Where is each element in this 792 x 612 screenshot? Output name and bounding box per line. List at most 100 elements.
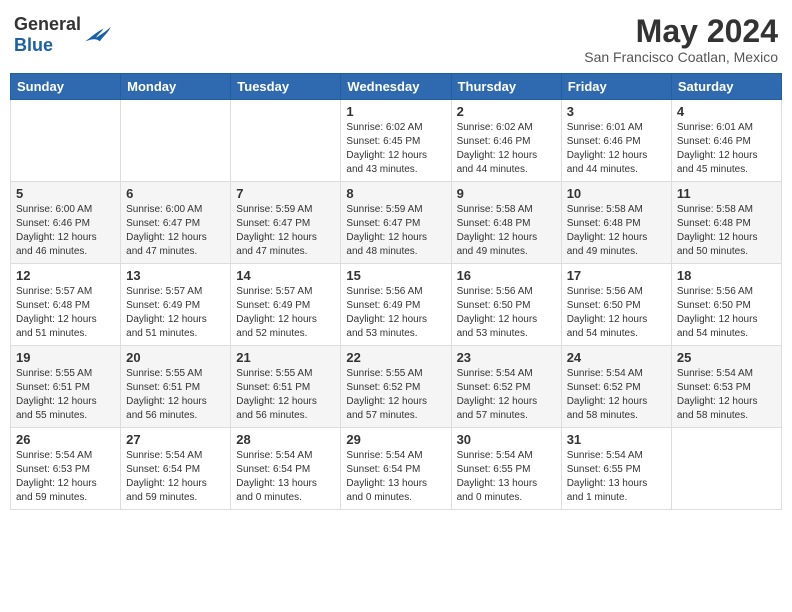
empty-cell (671, 428, 781, 510)
day-cell-22: 22 Sunrise: 5:55 AM Sunset: 6:52 PM Dayli… (341, 346, 451, 428)
day-number: 24 (567, 350, 666, 365)
day-cell-23: 23 Sunrise: 5:54 AM Sunset: 6:52 PM Dayli… (451, 346, 561, 428)
title-section: May 2024 San Francisco Coatlan, Mexico (584, 14, 778, 65)
day-info: Sunrise: 5:59 AM Sunset: 6:47 PM Dayligh… (346, 203, 445, 259)
day-cell-7: 7 Sunrise: 5:59 AM Sunset: 6:47 PM Daylig… (231, 182, 341, 264)
day-info: Sunrise: 5:55 AM Sunset: 6:51 PM Dayligh… (236, 367, 335, 423)
day-info: Sunrise: 6:00 AM Sunset: 6:47 PM Dayligh… (126, 203, 225, 259)
day-cell-25: 25 Sunrise: 5:54 AM Sunset: 6:53 PM Dayli… (671, 346, 781, 428)
calendar-header-monday: Monday (121, 74, 231, 100)
day-number: 6 (126, 186, 225, 201)
calendar-header-friday: Friday (561, 74, 671, 100)
location-title: San Francisco Coatlan, Mexico (584, 49, 778, 65)
day-cell-17: 17 Sunrise: 5:56 AM Sunset: 6:50 PM Dayli… (561, 264, 671, 346)
day-number: 11 (677, 186, 776, 201)
day-cell-29: 29Sunrise: 5:54 AM Sunset: 6:54 PM Dayli… (341, 428, 451, 510)
day-info: Sunrise: 5:56 AM Sunset: 6:50 PM Dayligh… (567, 285, 666, 341)
logo-bird-icon (83, 25, 111, 45)
day-cell-20: 20 Sunrise: 5:55 AM Sunset: 6:51 PM Dayli… (121, 346, 231, 428)
day-number: 12 (16, 268, 115, 283)
day-info: Sunrise: 6:01 AM Sunset: 6:46 PM Dayligh… (567, 121, 666, 177)
day-number: 10 (567, 186, 666, 201)
day-number: 26 (16, 432, 115, 447)
day-info: Sunrise: 5:57 AM Sunset: 6:49 PM Dayligh… (126, 285, 225, 341)
logo-text: General Blue (14, 14, 81, 56)
day-number: 20 (126, 350, 225, 365)
day-number: 5 (16, 186, 115, 201)
week-row-2: 5 Sunrise: 6:00 AM Sunset: 6:46 PM Daylig… (11, 182, 782, 264)
day-cell-15: 15Sunrise: 5:56 AM Sunset: 6:49 PM Dayli… (341, 264, 451, 346)
day-cell-21: 21 Sunrise: 5:55 AM Sunset: 6:51 PM Dayli… (231, 346, 341, 428)
calendar-header-sunday: Sunday (11, 74, 121, 100)
week-row-5: 26 Sunrise: 5:54 AM Sunset: 6:53 PM Dayli… (11, 428, 782, 510)
day-cell-10: 10 Sunrise: 5:58 AM Sunset: 6:48 PM Dayli… (561, 182, 671, 264)
calendar-header-saturday: Saturday (671, 74, 781, 100)
day-cell-1: 1Sunrise: 6:02 AM Sunset: 6:45 PM Daylig… (341, 100, 451, 182)
day-info: Sunrise: 5:54 AM Sunset: 6:53 PM Dayligh… (16, 449, 115, 505)
day-info: Sunrise: 5:59 AM Sunset: 6:47 PM Dayligh… (236, 203, 335, 259)
logo-general: General (14, 14, 81, 34)
day-cell-5: 5 Sunrise: 6:00 AM Sunset: 6:46 PM Daylig… (11, 182, 121, 264)
day-cell-31: 31 Sunrise: 5:54 AM Sunset: 6:55 PM Dayli… (561, 428, 671, 510)
day-cell-26: 26 Sunrise: 5:54 AM Sunset: 6:53 PM Dayli… (11, 428, 121, 510)
day-info: Sunrise: 5:55 AM Sunset: 6:52 PM Dayligh… (346, 367, 445, 423)
day-number: 30 (457, 432, 556, 447)
day-number: 23 (457, 350, 556, 365)
day-info: Sunrise: 6:02 AM Sunset: 6:46 PM Dayligh… (457, 121, 556, 177)
day-cell-2: 2 Sunrise: 6:02 AM Sunset: 6:46 PM Daylig… (451, 100, 561, 182)
day-number: 31 (567, 432, 666, 447)
day-number: 8 (346, 186, 445, 201)
day-number: 27 (126, 432, 225, 447)
calendar-header-thursday: Thursday (451, 74, 561, 100)
day-cell-6: 6 Sunrise: 6:00 AM Sunset: 6:47 PM Daylig… (121, 182, 231, 264)
week-row-3: 12Sunrise: 5:57 AM Sunset: 6:48 PM Dayli… (11, 264, 782, 346)
day-cell-8: 8 Sunrise: 5:59 AM Sunset: 6:47 PM Daylig… (341, 182, 451, 264)
day-info: Sunrise: 5:56 AM Sunset: 6:50 PM Dayligh… (457, 285, 556, 341)
day-cell-28: 28 Sunrise: 5:54 AM Sunset: 6:54 PM Dayli… (231, 428, 341, 510)
day-number: 18 (677, 268, 776, 283)
day-info: Sunrise: 6:02 AM Sunset: 6:45 PM Dayligh… (346, 121, 445, 177)
day-number: 25 (677, 350, 776, 365)
week-row-4: 19Sunrise: 5:55 AM Sunset: 6:51 PM Dayli… (11, 346, 782, 428)
day-info: Sunrise: 5:54 AM Sunset: 6:55 PM Dayligh… (567, 449, 666, 505)
empty-cell (231, 100, 341, 182)
day-info: Sunrise: 6:01 AM Sunset: 6:46 PM Dayligh… (677, 121, 776, 177)
day-info: Sunrise: 5:56 AM Sunset: 6:50 PM Dayligh… (677, 285, 776, 341)
day-info: Sunrise: 5:57 AM Sunset: 6:49 PM Dayligh… (236, 285, 335, 341)
day-cell-4: 4 Sunrise: 6:01 AM Sunset: 6:46 PM Daylig… (671, 100, 781, 182)
day-cell-12: 12Sunrise: 5:57 AM Sunset: 6:48 PM Dayli… (11, 264, 121, 346)
day-info: Sunrise: 5:54 AM Sunset: 6:52 PM Dayligh… (567, 367, 666, 423)
day-info: Sunrise: 5:54 AM Sunset: 6:54 PM Dayligh… (236, 449, 335, 505)
logo: General Blue (14, 14, 111, 56)
day-number: 4 (677, 104, 776, 119)
empty-cell (11, 100, 121, 182)
day-number: 22 (346, 350, 445, 365)
day-number: 2 (457, 104, 556, 119)
day-info: Sunrise: 6:00 AM Sunset: 6:46 PM Dayligh… (16, 203, 115, 259)
day-number: 29 (346, 432, 445, 447)
day-cell-16: 16Sunrise: 5:56 AM Sunset: 6:50 PM Dayli… (451, 264, 561, 346)
day-number: 17 (567, 268, 666, 283)
day-cell-11: 11Sunrise: 5:58 AM Sunset: 6:48 PM Dayli… (671, 182, 781, 264)
calendar-header-row: SundayMondayTuesdayWednesdayThursdayFrid… (11, 74, 782, 100)
day-number: 9 (457, 186, 556, 201)
day-info: Sunrise: 5:58 AM Sunset: 6:48 PM Dayligh… (457, 203, 556, 259)
day-number: 21 (236, 350, 335, 365)
day-cell-9: 9 Sunrise: 5:58 AM Sunset: 6:48 PM Daylig… (451, 182, 561, 264)
page-header: General Blue May 2024 San Francisco Coat… (10, 10, 782, 65)
day-number: 7 (236, 186, 335, 201)
day-cell-18: 18 Sunrise: 5:56 AM Sunset: 6:50 PM Dayli… (671, 264, 781, 346)
day-info: Sunrise: 5:58 AM Sunset: 6:48 PM Dayligh… (567, 203, 666, 259)
day-info: Sunrise: 5:54 AM Sunset: 6:53 PM Dayligh… (677, 367, 776, 423)
calendar-table: SundayMondayTuesdayWednesdayThursdayFrid… (10, 73, 782, 510)
day-info: Sunrise: 5:55 AM Sunset: 6:51 PM Dayligh… (126, 367, 225, 423)
day-number: 13 (126, 268, 225, 283)
day-number: 14 (236, 268, 335, 283)
month-title: May 2024 (584, 14, 778, 49)
day-number: 28 (236, 432, 335, 447)
day-cell-24: 24 Sunrise: 5:54 AM Sunset: 6:52 PM Dayli… (561, 346, 671, 428)
day-info: Sunrise: 5:54 AM Sunset: 6:52 PM Dayligh… (457, 367, 556, 423)
day-cell-30: 30Sunrise: 5:54 AM Sunset: 6:55 PM Dayli… (451, 428, 561, 510)
calendar-header-wednesday: Wednesday (341, 74, 451, 100)
day-number: 3 (567, 104, 666, 119)
